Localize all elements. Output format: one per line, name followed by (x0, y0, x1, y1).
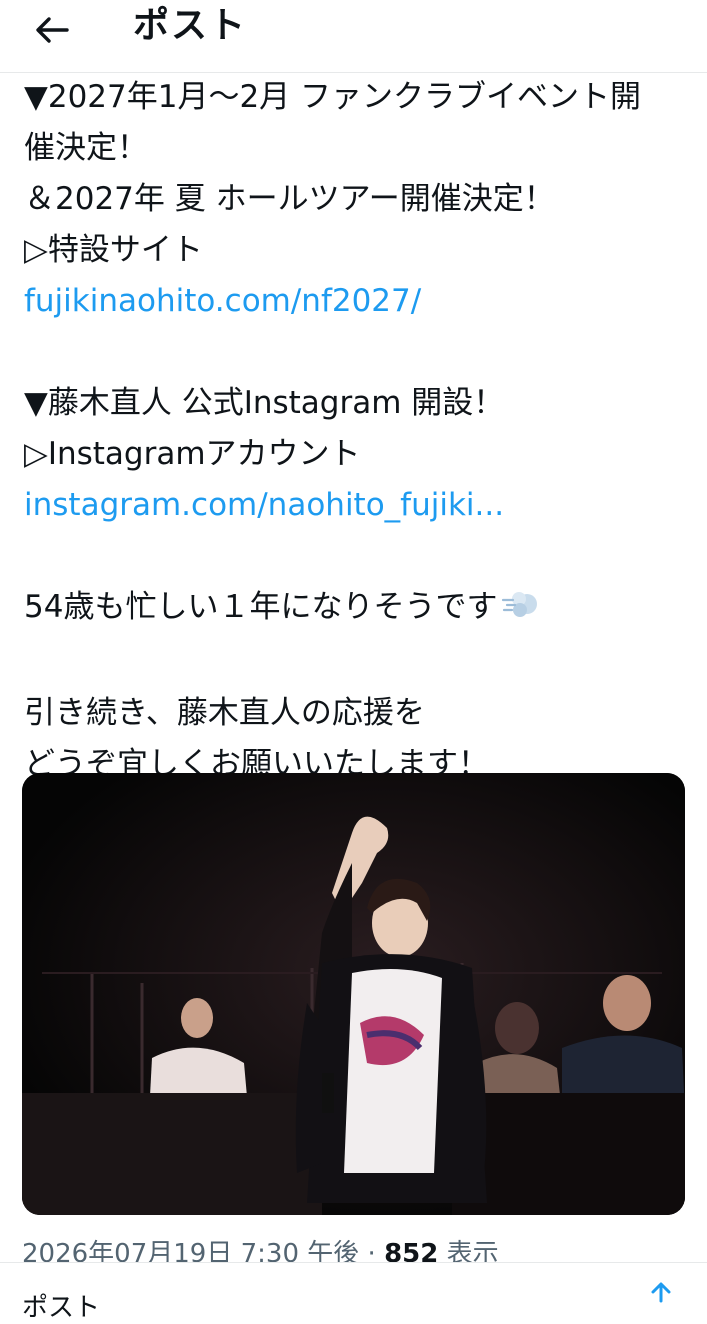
instagram-link[interactable]: instagram.com/naohito_fujiki... (24, 487, 504, 523)
arrow-left-icon (36, 17, 69, 43)
share-icon[interactable] (643, 1281, 679, 1307)
tweet-line: 催決定！ (24, 130, 148, 166)
bottom-label: ポスト (22, 1293, 101, 1323)
instagram-announcement: ▼藤木直人 公式Instagram 開設！ (24, 385, 505, 421)
tweet-line: ▷特設サイト (24, 232, 203, 268)
closing-line: 引き続き、藤木直人の応援を (24, 695, 425, 731)
back-button[interactable] (30, 8, 74, 52)
special-site-link[interactable]: fujikinaohito.com/nf2027/ (24, 283, 421, 319)
bottom-bar: ポスト (0, 1262, 707, 1323)
dash-icon (501, 586, 539, 637)
attached-photo[interactable] (22, 773, 685, 1215)
page-title: ポスト (133, 5, 248, 46)
instagram-label: ▷Instagramアカウント (24, 436, 361, 472)
tweet-message: 54歳も忙しい１年になりそうです (24, 582, 694, 637)
tweet-line: ＆2027年 夏 ホールツアー開催決定！ (24, 181, 555, 217)
tweet-line: ▼2027年1月〜2月 ファンクラブイベント開 (24, 79, 642, 115)
concert-photo-image (22, 773, 685, 1215)
tweet-text: ▼2027年1月〜2月 ファンクラブイベント開 催決定！ ＆2027年 夏 ホー… (24, 72, 694, 790)
top-bar: ポスト (0, 0, 707, 73)
